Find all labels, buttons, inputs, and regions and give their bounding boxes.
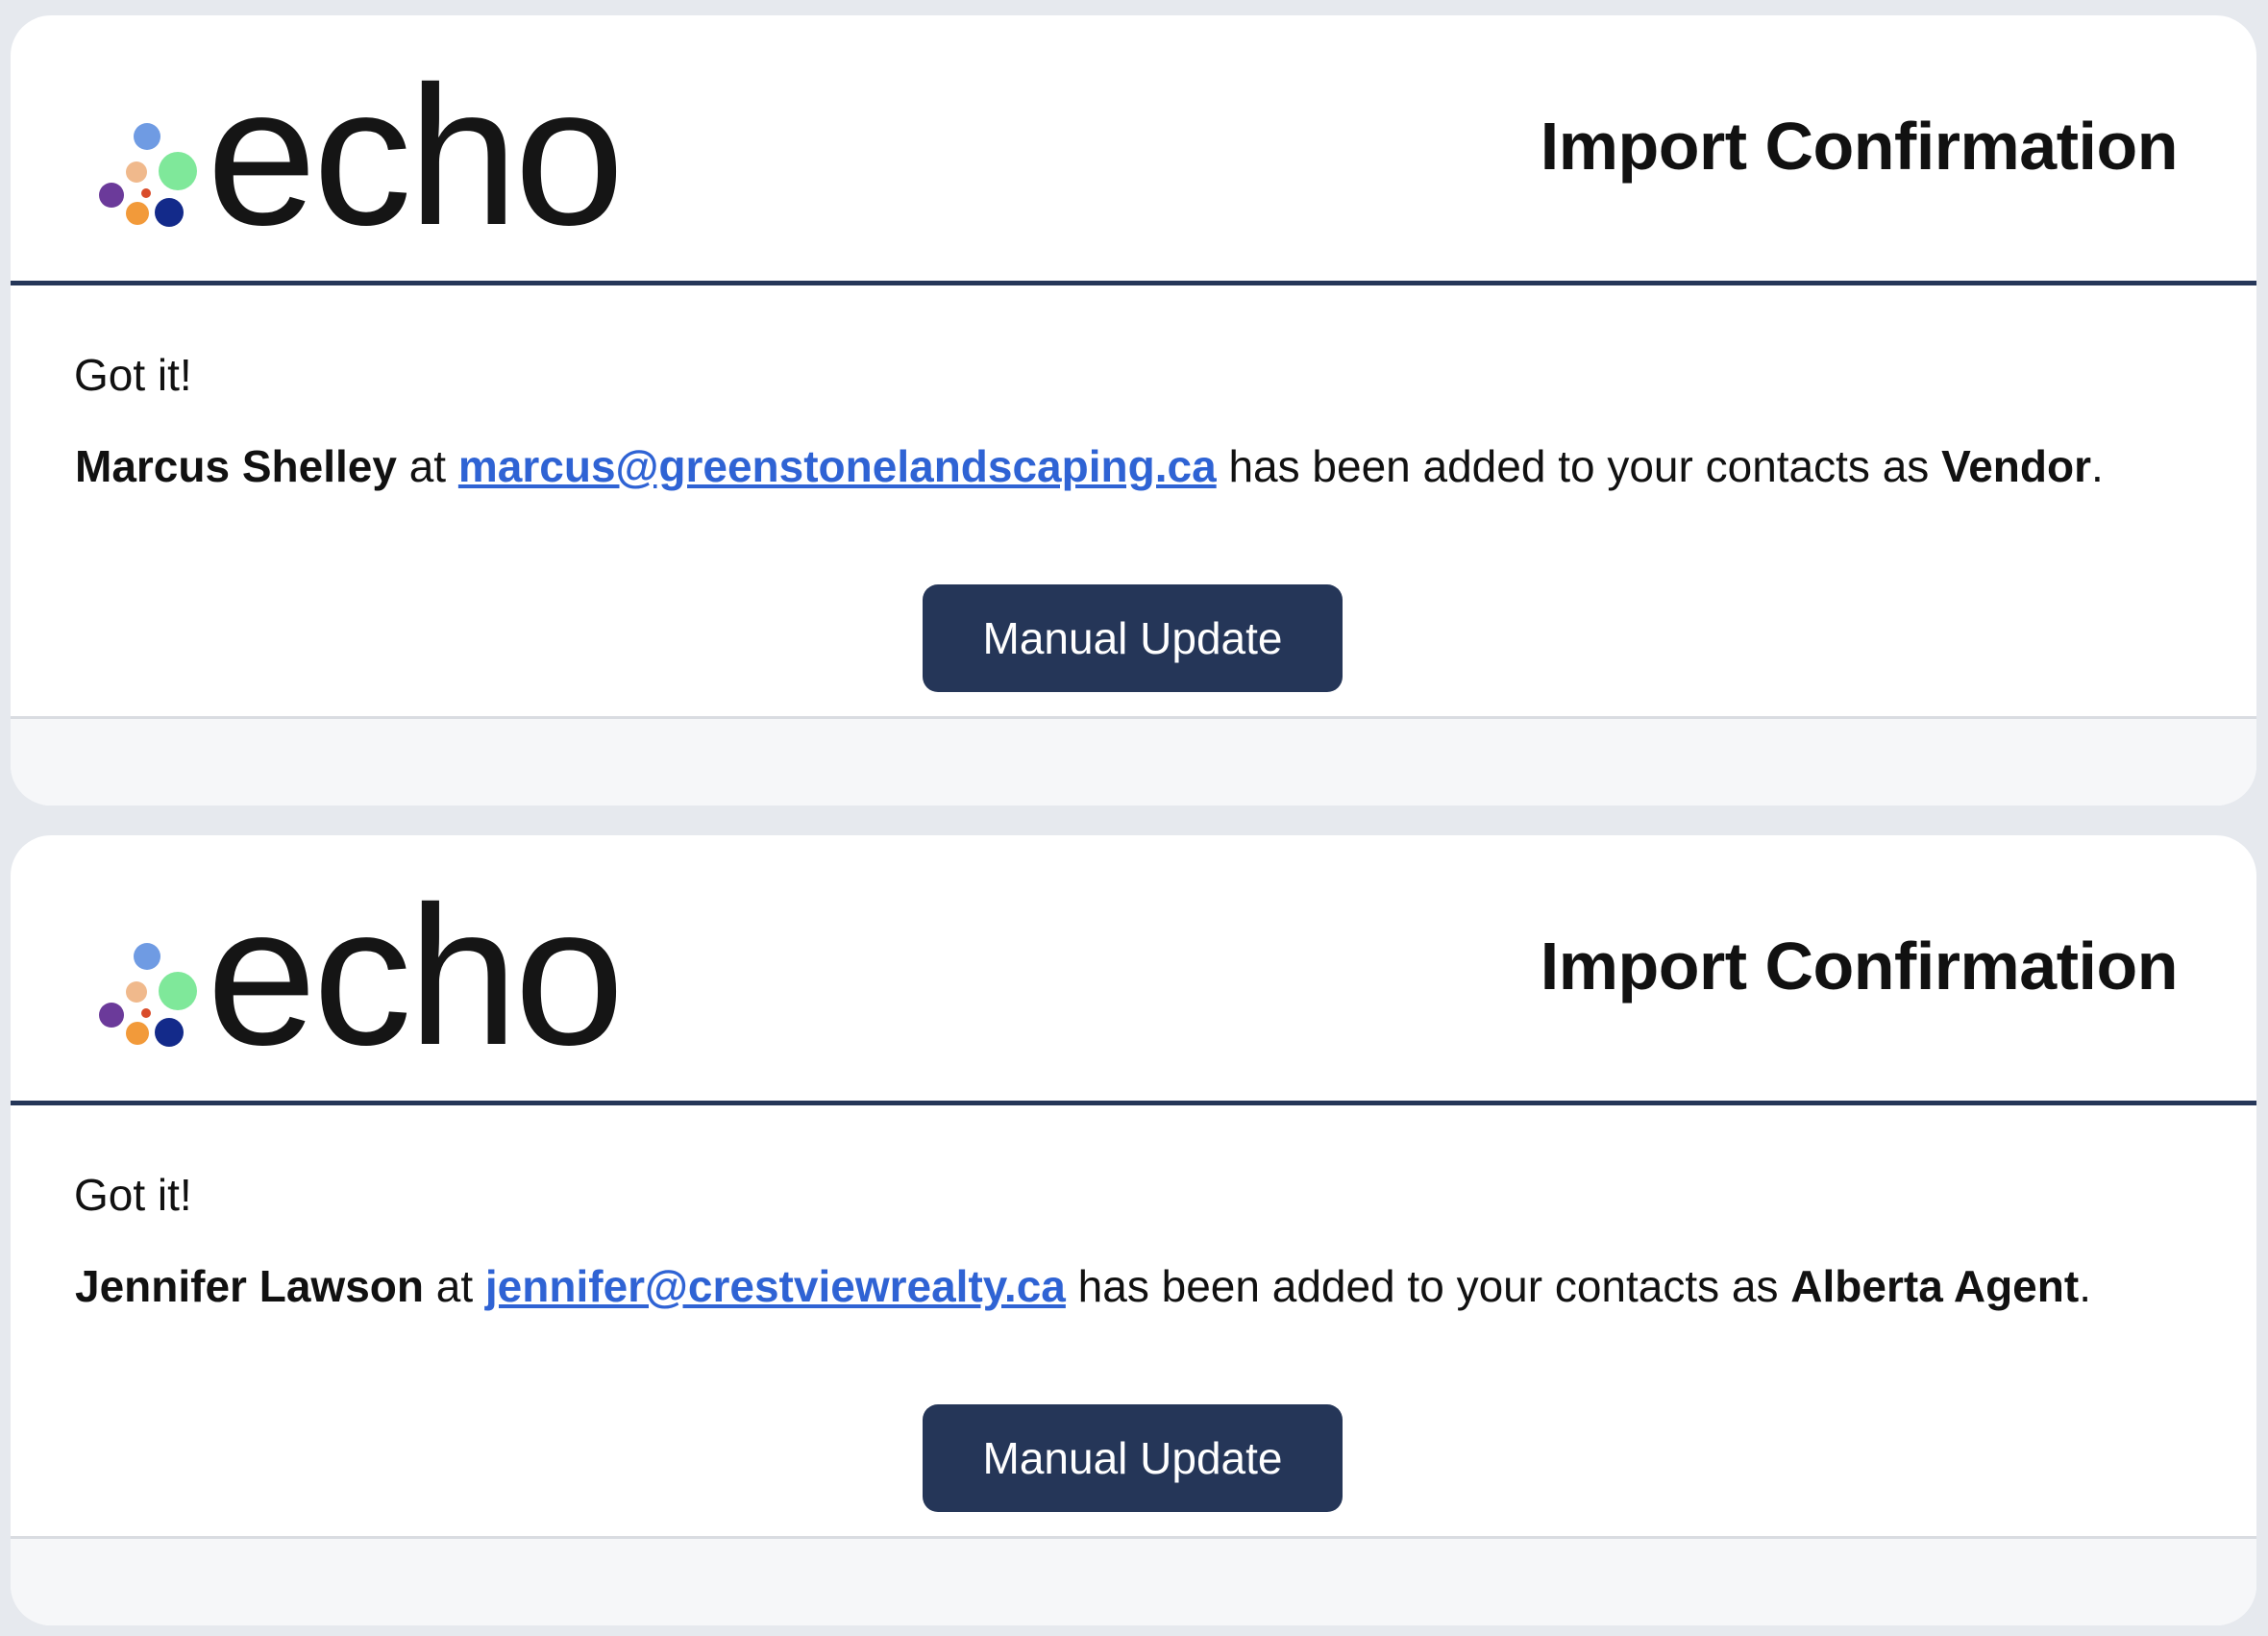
connector-text: at: [423, 1261, 485, 1311]
contact-name: Marcus Shelley: [75, 441, 397, 491]
contact-email-link[interactable]: marcus@greenstonelandscaping.ca: [458, 441, 1217, 491]
contact-name: Jennifer Lawson: [75, 1261, 424, 1311]
logo-wordmark: echo: [207, 865, 625, 1086]
import-confirmation-card: echo Import Confirmation Got it! Marcus …: [11, 15, 2256, 806]
confirmation-list: echo Import Confirmation Got it! Marcus …: [0, 0, 2268, 1636]
logo-dots-icon: [87, 73, 203, 246]
card-footer: [11, 1536, 2256, 1625]
end-punctuation: .: [2079, 1261, 2091, 1311]
confirmation-message: Jennifer Lawson at jennifer@crestviewrea…: [75, 1259, 2091, 1313]
connector-text: at: [396, 441, 458, 491]
added-text: has been added to your contacts as: [1065, 1261, 1791, 1311]
logo-dots-icon: [87, 893, 203, 1066]
card-header: echo Import Confirmation: [11, 15, 2256, 285]
contact-role: Alberta Agent: [1790, 1261, 2080, 1311]
echo-logo: echo: [87, 865, 645, 1086]
echo-logo: echo: [87, 45, 645, 266]
manual-update-button[interactable]: Manual Update: [923, 584, 1343, 692]
manual-update-button[interactable]: Manual Update: [923, 1404, 1343, 1512]
contact-email-link[interactable]: jennifer@crestviewrealty.ca: [485, 1261, 1066, 1311]
contact-role: Vendor: [1941, 441, 2092, 491]
greeting-text: Got it!: [74, 350, 192, 400]
confirmation-message: Marcus Shelley at marcus@greenstonelands…: [75, 439, 2104, 493]
end-punctuation: .: [2091, 441, 2104, 491]
card-footer: [11, 716, 2256, 806]
greeting-text: Got it!: [74, 1170, 192, 1220]
added-text: has been added to your contacts as: [1216, 441, 1942, 491]
import-confirmation-card: echo Import Confirmation Got it! Jennife…: [11, 835, 2256, 1625]
page-title: Import Confirmation: [1540, 109, 2179, 184]
card-header: echo Import Confirmation: [11, 835, 2256, 1105]
page-title: Import Confirmation: [1540, 929, 2179, 1004]
logo-wordmark: echo: [207, 45, 625, 266]
